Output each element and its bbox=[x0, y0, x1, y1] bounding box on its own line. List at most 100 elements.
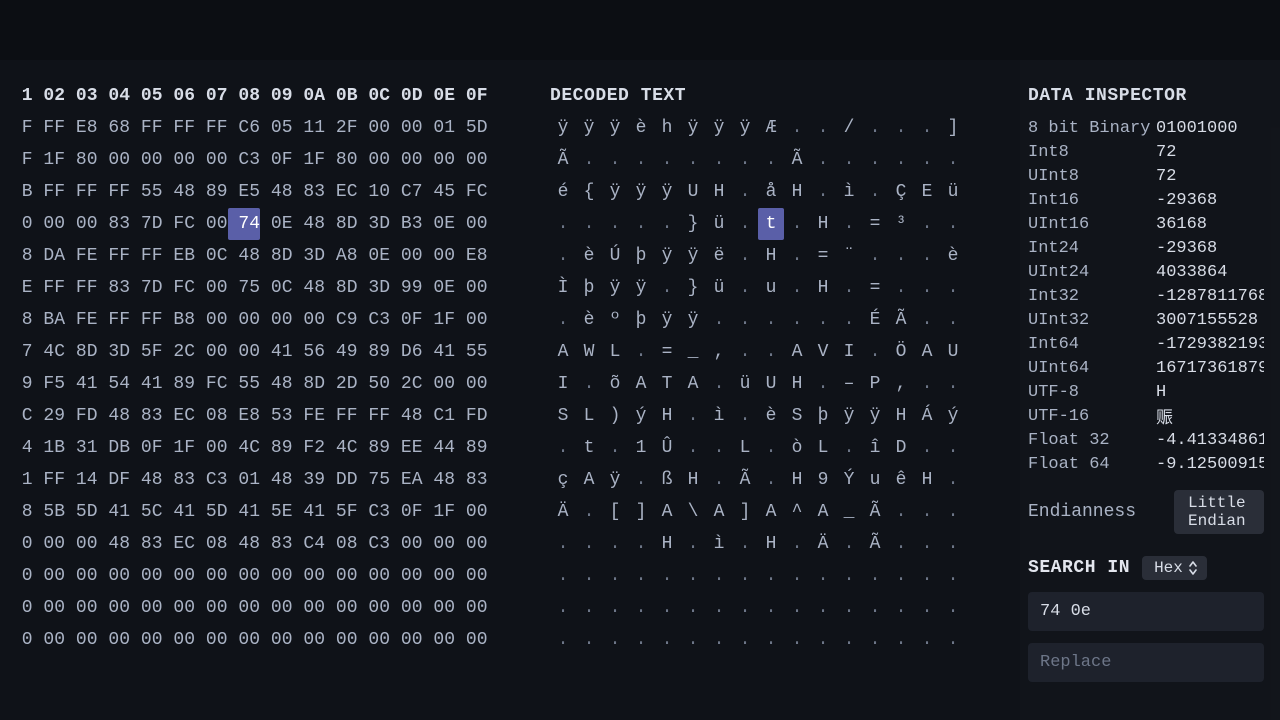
hex-byte[interactable]: 00 bbox=[423, 624, 456, 656]
hex-byte[interactable]: E8 bbox=[228, 400, 261, 432]
decoded-char[interactable]: . bbox=[732, 144, 758, 176]
hex-byte[interactable]: 41 bbox=[98, 496, 131, 528]
decoded-char[interactable]: . bbox=[758, 304, 784, 336]
decoded-row[interactable]: Ä.[]A\A]A^A_Ã... bbox=[550, 496, 1010, 528]
decoded-char[interactable]: Û bbox=[654, 432, 680, 464]
hex-byte[interactable]: 48 bbox=[260, 176, 293, 208]
hex-byte[interactable]: 0C bbox=[195, 240, 228, 272]
decoded-char[interactable]: . bbox=[914, 432, 940, 464]
decoded-char[interactable]: Ã bbox=[862, 496, 888, 528]
hex-byte[interactable]: 1 bbox=[0, 464, 33, 496]
hex-byte[interactable]: 00 bbox=[163, 560, 196, 592]
decoded-char[interactable]: é bbox=[550, 176, 576, 208]
decoded-char[interactable]: . bbox=[888, 528, 914, 560]
hex-row[interactable]: 00000837DFC00740E488D3DB30E00 bbox=[0, 208, 520, 240]
hex-byte[interactable]: 99 bbox=[390, 272, 423, 304]
decoded-char[interactable]: P bbox=[862, 368, 888, 400]
hex-byte[interactable]: 00 bbox=[455, 592, 488, 624]
hex-byte[interactable]: FF bbox=[98, 240, 131, 272]
hex-byte[interactable]: 00 bbox=[228, 560, 261, 592]
decoded-char[interactable]: . bbox=[680, 592, 706, 624]
hex-byte[interactable]: 00 bbox=[325, 560, 358, 592]
hex-row[interactable]: 1FF14DF4883C3014839DD75EA4883 bbox=[0, 464, 520, 496]
decoded-char[interactable]: ] bbox=[732, 496, 758, 528]
hex-byte[interactable]: 8D bbox=[325, 208, 358, 240]
decoded-char[interactable]: Ã bbox=[862, 528, 888, 560]
decoded-char[interactable]: Ã bbox=[732, 464, 758, 496]
hex-byte[interactable]: 00 bbox=[358, 112, 391, 144]
decoded-char[interactable]: . bbox=[758, 592, 784, 624]
decoded-char[interactable]: õ bbox=[602, 368, 628, 400]
decoded-char[interactable]: ÿ bbox=[680, 240, 706, 272]
decoded-char[interactable]: . bbox=[602, 144, 628, 176]
hex-byte[interactable]: 00 bbox=[33, 560, 66, 592]
decoded-char[interactable]: . bbox=[914, 496, 940, 528]
hex-byte[interactable]: 1F bbox=[33, 144, 66, 176]
hex-row[interactable]: 00000000000000000000000000000 bbox=[0, 560, 520, 592]
hex-byte[interactable]: 5F bbox=[325, 496, 358, 528]
decoded-row[interactable]: I.õATA.üUH.–P,.. bbox=[550, 368, 1010, 400]
hex-byte[interactable]: 5D bbox=[195, 496, 228, 528]
hex-byte[interactable]: 00 bbox=[423, 144, 456, 176]
hex-byte[interactable]: E8 bbox=[455, 240, 488, 272]
decoded-char[interactable]: I bbox=[836, 336, 862, 368]
decoded-char[interactable]: ÿ bbox=[628, 176, 654, 208]
hex-byte[interactable]: F bbox=[0, 144, 33, 176]
decoded-char[interactable]: þ bbox=[810, 400, 836, 432]
hex-byte[interactable]: 00 bbox=[293, 304, 326, 336]
hex-byte[interactable]: 00 bbox=[423, 560, 456, 592]
hex-byte[interactable]: C3 bbox=[358, 496, 391, 528]
hex-byte[interactable]: 89 bbox=[260, 432, 293, 464]
hex-byte[interactable]: 00 bbox=[65, 624, 98, 656]
hex-byte[interactable]: 00 bbox=[195, 560, 228, 592]
hex-byte[interactable]: C bbox=[0, 400, 33, 432]
decoded-char[interactable]: ] bbox=[940, 112, 966, 144]
hex-byte[interactable]: EC bbox=[163, 528, 196, 560]
hex-byte[interactable]: 9 bbox=[0, 368, 33, 400]
decoded-char[interactable]: . bbox=[706, 304, 732, 336]
hex-byte[interactable]: FD bbox=[65, 400, 98, 432]
hex-byte[interactable]: 10 bbox=[358, 176, 391, 208]
hex-byte[interactable]: 41 bbox=[423, 336, 456, 368]
hex-byte[interactable]: 5D bbox=[455, 112, 488, 144]
hex-byte[interactable]: EC bbox=[163, 400, 196, 432]
decoded-char[interactable]: . bbox=[810, 560, 836, 592]
hex-byte[interactable]: FC bbox=[195, 368, 228, 400]
hex-byte[interactable]: 5B bbox=[33, 496, 66, 528]
hex-byte[interactable]: FF bbox=[33, 464, 66, 496]
decoded-char[interactable]: H bbox=[758, 528, 784, 560]
hex-byte[interactable]: 48 bbox=[228, 528, 261, 560]
decoded-char[interactable]: A bbox=[914, 336, 940, 368]
hex-byte[interactable]: 00 bbox=[358, 624, 391, 656]
hex-byte[interactable]: 89 bbox=[358, 432, 391, 464]
decoded-char[interactable]: ò bbox=[784, 432, 810, 464]
hex-byte[interactable]: 00 bbox=[390, 144, 423, 176]
hex-byte[interactable]: DD bbox=[325, 464, 358, 496]
hex-byte[interactable]: 00 bbox=[260, 560, 293, 592]
decoded-char[interactable]: h bbox=[654, 112, 680, 144]
hex-byte[interactable]: DF bbox=[98, 464, 131, 496]
hex-byte[interactable]: 00 bbox=[33, 208, 66, 240]
decoded-char[interactable]: . bbox=[680, 144, 706, 176]
hex-byte[interactable]: 1F bbox=[163, 432, 196, 464]
decoded-char[interactable]: É bbox=[862, 304, 888, 336]
hex-byte[interactable]: 00 bbox=[358, 592, 391, 624]
decoded-char[interactable]: . bbox=[836, 560, 862, 592]
decoded-char[interactable]: A bbox=[706, 496, 732, 528]
hex-byte[interactable]: 08 bbox=[195, 528, 228, 560]
hex-byte[interactable]: C1 bbox=[423, 400, 456, 432]
decoded-char[interactable]: . bbox=[810, 368, 836, 400]
hex-byte[interactable]: 00 bbox=[163, 624, 196, 656]
decoded-char[interactable]: = bbox=[862, 208, 888, 240]
decoded-row[interactable]: .....}ü.t.H.=³.. bbox=[550, 208, 1010, 240]
decoded-char[interactable]: ÿ bbox=[602, 464, 628, 496]
hex-byte[interactable]: 54 bbox=[98, 368, 131, 400]
decoded-char[interactable]: U bbox=[680, 176, 706, 208]
decoded-char[interactable]: . bbox=[628, 528, 654, 560]
hex-byte[interactable]: E5 bbox=[228, 176, 261, 208]
decoded-char[interactable]: Ã bbox=[550, 144, 576, 176]
hex-byte[interactable]: 68 bbox=[98, 112, 131, 144]
hex-byte[interactable]: C3 bbox=[228, 144, 261, 176]
hex-byte[interactable]: B3 bbox=[390, 208, 423, 240]
hex-byte[interactable]: D6 bbox=[390, 336, 423, 368]
